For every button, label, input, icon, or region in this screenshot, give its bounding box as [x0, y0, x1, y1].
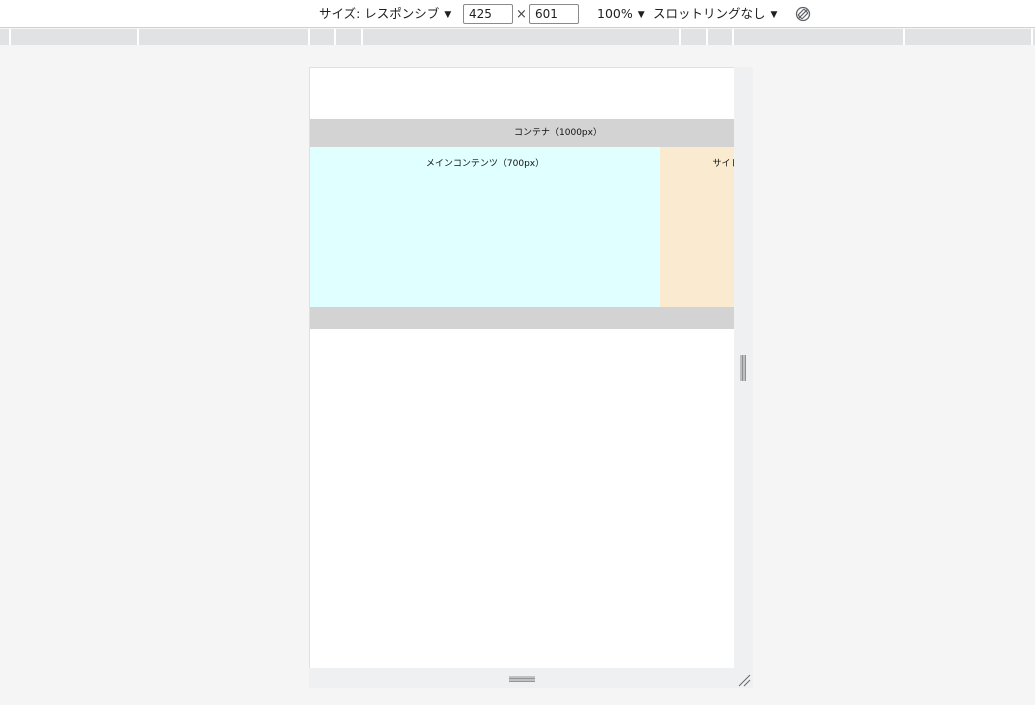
- chevron-down-icon: ▼: [637, 10, 645, 20]
- media-query-divider: [732, 29, 734, 45]
- zoom-dropdown[interactable]: 100% ▼: [597, 6, 645, 24]
- dimensions-label: サイズ: レスポンシブ: [319, 6, 440, 21]
- media-query-divider: [308, 29, 310, 45]
- sidebar-box: サイドバー: [660, 147, 734, 307]
- media-query-divider: [679, 29, 681, 45]
- page-viewport[interactable]: コンテナ（1000px） メインコンテンツ（700px） サイドバー: [309, 67, 734, 668]
- resize-corner-icon[interactable]: [737, 673, 751, 687]
- media-query-divider: [706, 29, 708, 45]
- media-query-divider: [334, 29, 336, 45]
- height-input[interactable]: [529, 4, 579, 24]
- media-query-divider: [137, 29, 139, 45]
- container-box: コンテナ（1000px） メインコンテンツ（700px） サイドバー: [310, 119, 734, 329]
- main-content-label: メインコンテンツ（700px）: [425, 159, 545, 169]
- device-frame: コンテナ（1000px） メインコンテンツ（700px） サイドバー: [309, 67, 753, 688]
- container-label: コンテナ（1000px）: [514, 128, 602, 138]
- times-sign: ×: [516, 7, 527, 22]
- dimensions-dropdown[interactable]: サイズ: レスポンシブ ▼: [319, 6, 451, 24]
- resize-handle-icon[interactable]: [509, 676, 535, 682]
- throttling-label: スロットリングなし: [653, 6, 766, 21]
- chevron-down-icon: ▼: [770, 10, 778, 20]
- device-toolbar: サイズ: レスポンシブ ▼ × 100% ▼ スロットリングなし ▼: [0, 0, 1035, 28]
- chevron-down-icon: ▼: [444, 10, 452, 20]
- sidebar-label: サイドバー: [712, 159, 734, 169]
- zoom-label: 100%: [597, 6, 633, 21]
- media-query-divider: [9, 29, 11, 45]
- media-query-divider: [361, 29, 363, 45]
- resize-handle-icon[interactable]: [740, 355, 746, 381]
- media-query-divider: [1031, 29, 1033, 45]
- media-query-bar[interactable]: [0, 29, 1035, 45]
- media-query-divider: [903, 29, 905, 45]
- width-input[interactable]: [463, 4, 513, 24]
- throttling-dropdown[interactable]: スロットリングなし ▼: [653, 6, 777, 24]
- rotate-icon[interactable]: [795, 6, 811, 22]
- main-content-box: メインコンテンツ（700px）: [310, 147, 660, 307]
